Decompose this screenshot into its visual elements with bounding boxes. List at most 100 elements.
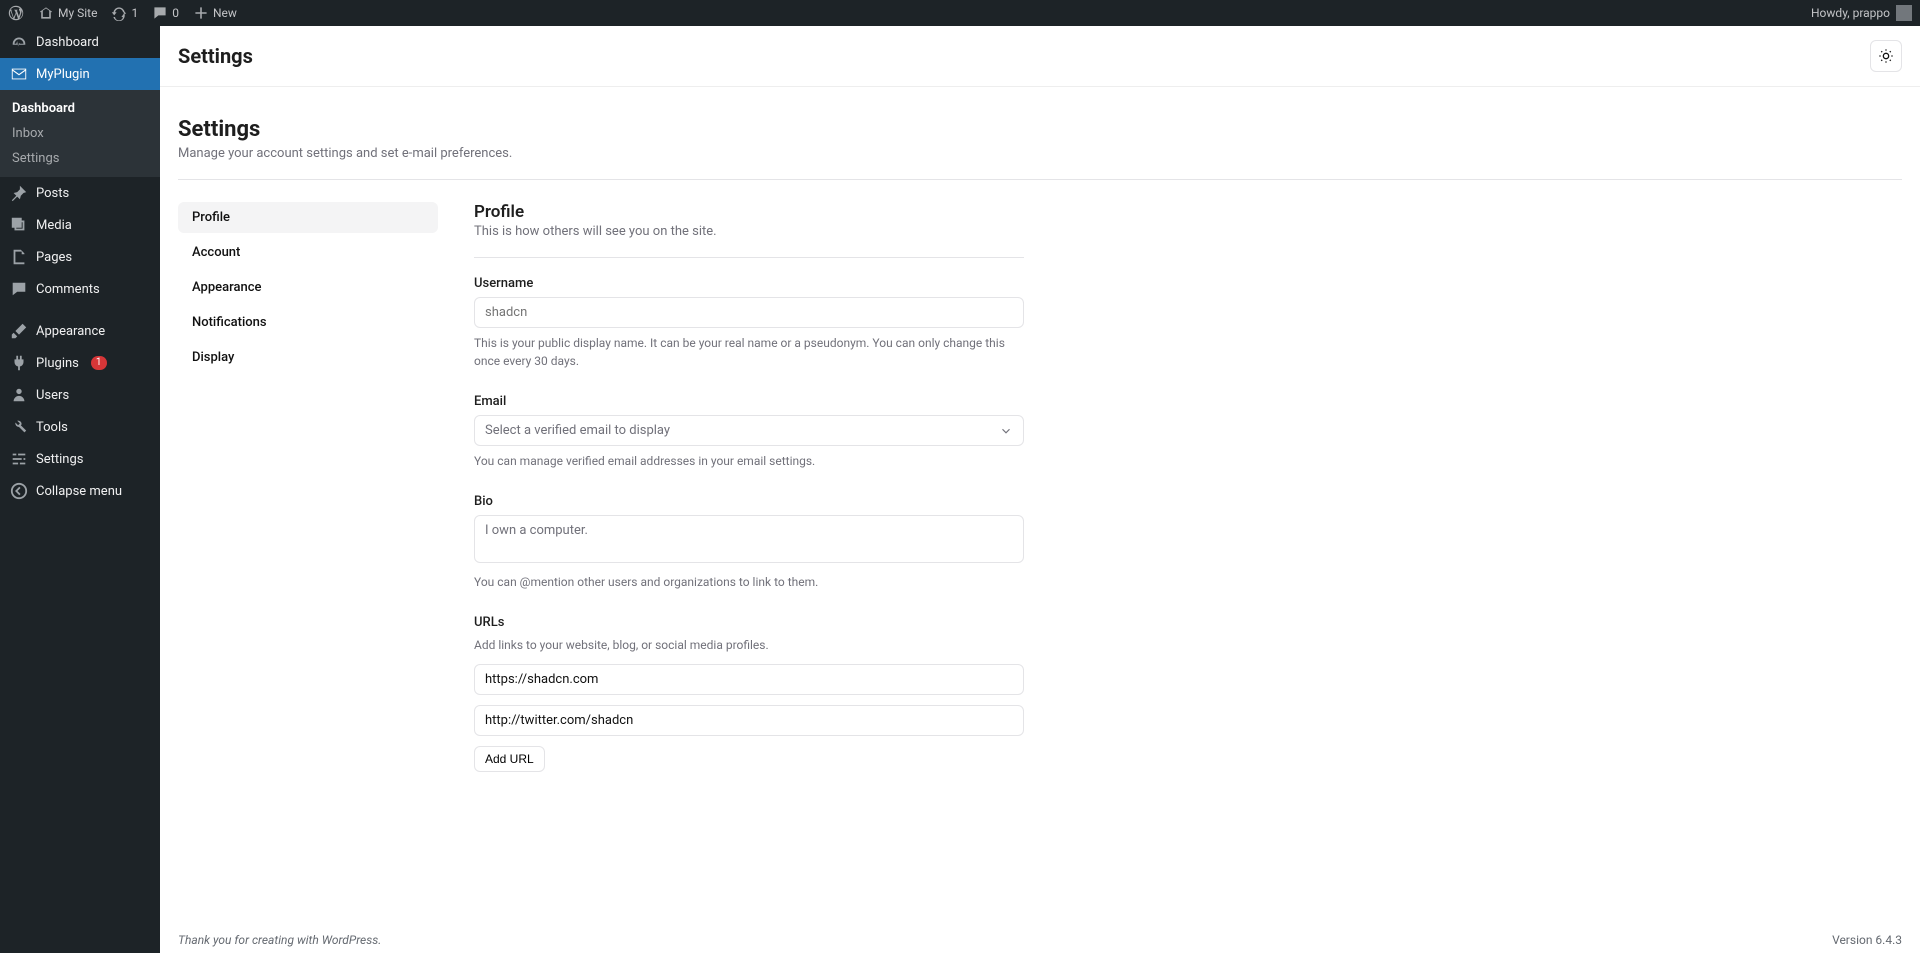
footer: Thank you for creating with WordPress. V… (160, 927, 1920, 953)
sidebar-label: Tools (36, 420, 68, 435)
comments-icon (10, 280, 28, 298)
sidebar-collapse[interactable]: Collapse menu (0, 475, 160, 507)
settings-tabs: Profile Account Appearance Notifications… (178, 202, 438, 796)
sidebar-item-settings[interactable]: Settings (0, 443, 160, 475)
myplugin-submenu: Dashboard Inbox Settings (0, 90, 160, 177)
page-title: Settings (178, 117, 1902, 142)
footer-version: Version 6.4.3 (1832, 933, 1902, 947)
sidebar-item-myplugin[interactable]: MyPlugin (0, 58, 160, 90)
sidebar-label: Posts (36, 186, 69, 201)
email-label: Email (474, 394, 1024, 409)
separator (178, 179, 1902, 180)
sidebar-item-appearance[interactable]: Appearance (0, 315, 160, 347)
refresh-icon (111, 5, 127, 21)
media-icon (10, 216, 28, 234)
wp-logo[interactable] (8, 5, 24, 21)
email-select[interactable]: Select a verified email to display (474, 415, 1024, 446)
user-greeting[interactable]: Howdy, prappo (1811, 5, 1912, 21)
url-input-2[interactable] (474, 705, 1024, 736)
sidebar-label: Collapse menu (36, 484, 122, 499)
submenu-inbox[interactable]: Inbox (0, 121, 160, 146)
sliders-icon (10, 450, 28, 468)
email-desc: You can manage verified email addresses … (474, 452, 1024, 470)
field-email: Email Select a verified email to display… (474, 394, 1024, 470)
sun-icon (1878, 48, 1894, 64)
username-input[interactable] (474, 297, 1024, 328)
sidebar-label: Dashboard (36, 35, 99, 50)
pin-icon (10, 184, 28, 202)
footer-thanks: Thank you for creating with WordPress. (178, 933, 381, 947)
topbar: Settings (160, 26, 1920, 87)
bio-textarea[interactable] (474, 515, 1024, 563)
panel-separator (474, 257, 1024, 258)
home-icon (38, 5, 54, 21)
sidebar-item-dashboard[interactable]: Dashboard (0, 26, 160, 58)
sidebar-item-media[interactable]: Media (0, 209, 160, 241)
sidebar-item-comments[interactable]: Comments (0, 273, 160, 305)
wordpress-icon (8, 5, 24, 21)
admin-sidebar: Dashboard MyPlugin Dashboard Inbox Setti… (0, 26, 160, 953)
field-bio: Bio You can @mention other users and org… (474, 494, 1024, 591)
sidebar-label: Users (36, 388, 69, 403)
brush-icon (10, 322, 28, 340)
sidebar-item-posts[interactable]: Posts (0, 177, 160, 209)
submenu-settings[interactable]: Settings (0, 146, 160, 171)
tab-appearance[interactable]: Appearance (178, 272, 438, 303)
sidebar-label: Plugins (36, 356, 79, 371)
url-input-1[interactable] (474, 664, 1024, 695)
field-username: Username This is your public display nam… (474, 276, 1024, 370)
sidebar-item-tools[interactable]: Tools (0, 411, 160, 443)
add-url-button[interactable]: Add URL (474, 746, 545, 772)
page-heading: Settings Manage your account settings an… (178, 117, 1902, 161)
page-icon (10, 248, 28, 266)
tab-notifications[interactable]: Notifications (178, 307, 438, 338)
sidebar-label: Comments (36, 282, 100, 297)
urls-desc: Add links to your website, blog, or soci… (474, 636, 1024, 654)
user-icon (10, 386, 28, 404)
greeting-text: Howdy, prappo (1811, 6, 1890, 20)
username-label: Username (474, 276, 1024, 291)
sidebar-item-plugins[interactable]: Plugins 1 (0, 347, 160, 379)
panel-subtitle: This is how others will see you on the s… (474, 224, 1024, 239)
submenu-dashboard[interactable]: Dashboard (0, 96, 160, 121)
panel-heading: Profile (474, 202, 1024, 222)
bio-label: Bio (474, 494, 1024, 509)
updates[interactable]: 1 (111, 5, 138, 21)
profile-panel: Profile This is how others will see you … (474, 202, 1024, 796)
new-label: New (213, 6, 237, 20)
sidebar-label: Settings (36, 452, 83, 467)
new-content[interactable]: New (193, 5, 237, 21)
comments-bar[interactable]: 0 (152, 5, 179, 21)
plus-icon (193, 5, 209, 21)
tab-display[interactable]: Display (178, 342, 438, 373)
sidebar-label: Pages (36, 250, 72, 265)
urls-label: URLs (474, 615, 1024, 630)
plug-icon (10, 354, 28, 372)
avatar (1896, 5, 1912, 21)
tab-account[interactable]: Account (178, 237, 438, 268)
page-subtitle: Manage your account settings and set e-m… (178, 146, 1902, 161)
collapse-icon (10, 482, 28, 500)
dashboard-icon (10, 33, 28, 51)
site-home[interactable]: My Site (38, 5, 97, 21)
admin-bar: My Site 1 0 New Howdy, prappo (0, 0, 1920, 26)
sidebar-item-users[interactable]: Users (0, 379, 160, 411)
mail-icon (10, 65, 28, 83)
topbar-title: Settings (178, 44, 253, 68)
email-placeholder: Select a verified email to display (485, 423, 670, 438)
sidebar-item-pages[interactable]: Pages (0, 241, 160, 273)
sidebar-label: Appearance (36, 324, 105, 339)
plugins-badge: 1 (91, 356, 107, 370)
username-desc: This is your public display name. It can… (474, 334, 1024, 370)
field-urls: URLs Add links to your website, blog, or… (474, 615, 1024, 772)
theme-toggle-button[interactable] (1870, 40, 1902, 72)
comment-icon (152, 5, 168, 21)
comments-count: 0 (172, 6, 179, 20)
sidebar-label: MyPlugin (36, 67, 90, 82)
site-name: My Site (58, 6, 97, 20)
tab-profile[interactable]: Profile (178, 202, 438, 233)
updates-count: 1 (131, 6, 138, 20)
wrench-icon (10, 418, 28, 436)
bio-desc: You can @mention other users and organiz… (474, 573, 1024, 591)
sidebar-label: Media (36, 218, 72, 233)
